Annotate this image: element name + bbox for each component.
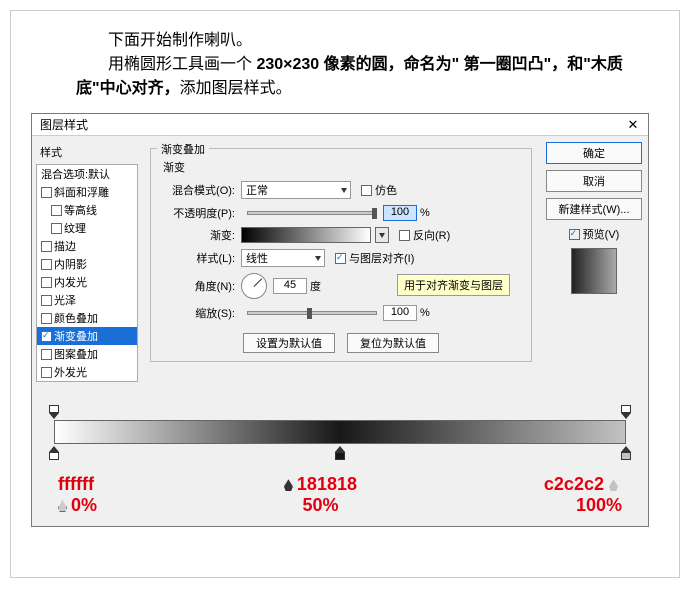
reset-default-button[interactable]: 复位为默认值 — [347, 333, 439, 353]
new-style-button[interactable]: 新建样式(W)... — [546, 198, 642, 220]
droplet-icon — [609, 479, 618, 491]
blend-mode-row: 混合模式(O): 正常 仿色 — [159, 181, 523, 199]
ok-button[interactable]: 确定 — [546, 142, 642, 164]
style-item-coloroverlay[interactable]: 颜色叠加 — [37, 309, 137, 327]
checkbox[interactable] — [41, 295, 52, 306]
opacity-field[interactable]: 100 — [383, 205, 417, 221]
gradient-row: 渐变: 反向(R) — [159, 227, 523, 243]
checkbox[interactable] — [361, 185, 372, 196]
style-row: 样式(L): 线性 与图层对齐(I) — [159, 249, 523, 267]
percent-label: % — [420, 207, 430, 219]
style-item-stroke[interactable]: 描边 — [37, 237, 137, 255]
styles-label: 样式 — [40, 144, 138, 160]
opacity-row: 不透明度(P): 100 % — [159, 205, 523, 221]
gradient-dropdown-icon[interactable] — [375, 227, 389, 243]
checkbox[interactable] — [41, 331, 52, 342]
checkbox[interactable] — [51, 223, 62, 234]
preview-checkbox[interactable]: ✓ 预览(V) — [546, 226, 642, 242]
gradient-group: 渐变叠加 渐变 混合模式(O): 正常 仿色 不透明度(P): 100 % — [150, 148, 532, 362]
reverse-checkbox[interactable]: 反向(R) — [399, 227, 450, 243]
style-item-contour[interactable]: 等高线 — [37, 201, 137, 219]
gradient-label: 渐变: — [159, 227, 235, 243]
blend-mode-combo[interactable]: 正常 — [241, 181, 351, 199]
opacity-label: 不透明度(P): — [159, 205, 235, 221]
checkbox[interactable] — [41, 187, 52, 198]
doc-line1: 下面开始制作喇叭。 — [108, 32, 252, 49]
angle-field[interactable]: 45 — [273, 278, 307, 294]
set-default-button[interactable]: 设置为默认值 — [243, 333, 335, 353]
style-item-gradientoverlay[interactable]: 渐变叠加 — [37, 327, 137, 345]
style-label: 样式(L): — [159, 250, 235, 266]
dither-checkbox[interactable]: 仿色 — [361, 182, 397, 198]
style-item-bevel[interactable]: 斜面和浮雕 — [37, 183, 137, 201]
percent-label: % — [420, 307, 430, 319]
scale-slider[interactable] — [247, 311, 377, 315]
document-text: 下面开始制作喇叭。 用椭圆形工具画一个 230×230 像素的圆，命名为" 第一… — [76, 29, 639, 101]
style-item-outerglow[interactable]: 外发光 — [37, 363, 137, 381]
styles-panel: 样式 混合选项:默认 斜面和浮雕 等高线 纹理 描边 内阴影 内发光 光泽 颜色… — [32, 136, 142, 388]
gradient-swatch[interactable] — [241, 227, 371, 243]
checkbox[interactable] — [399, 230, 410, 241]
doc-line2-pre: 用椭圆形工具画一个 — [108, 56, 256, 73]
checkbox[interactable] — [41, 241, 52, 252]
stop-label-1: 181818 50% — [284, 474, 357, 516]
group-title: 渐变叠加 — [157, 141, 209, 157]
stop-label-0: ffffff 0% — [58, 474, 97, 516]
checkbox[interactable] — [51, 205, 62, 216]
style-list: 混合选项:默认 斜面和浮雕 等高线 纹理 描边 内阴影 内发光 光泽 颜色叠加 … — [36, 164, 138, 382]
color-stop-50[interactable] — [335, 446, 345, 458]
close-icon[interactable]: ✕ — [626, 118, 640, 132]
gradient-bar[interactable] — [54, 410, 626, 452]
scale-field[interactable]: 100 — [383, 305, 417, 321]
style-item-texture[interactable]: 纹理 — [37, 219, 137, 237]
dialog-titlebar[interactable]: 图层样式 ✕ — [32, 114, 648, 136]
dialog-title: 图层样式 — [40, 116, 88, 133]
preview-thumbnail — [571, 248, 617, 294]
angle-label: 角度(N): — [159, 278, 235, 294]
angle-dial[interactable] — [241, 273, 267, 299]
checkbox[interactable] — [41, 277, 52, 288]
opacity-slider[interactable] — [247, 211, 377, 215]
scale-label: 缩放(S): — [159, 305, 235, 321]
style-item-patternoverlay[interactable]: 图案叠加 — [37, 345, 137, 363]
opacity-stop-left[interactable] — [49, 406, 59, 418]
opacity-stop-right[interactable] — [621, 406, 631, 418]
color-stop-100[interactable] — [621, 446, 631, 458]
checkbox[interactable] — [41, 313, 52, 324]
page: 下面开始制作喇叭。 用椭圆形工具画一个 230×230 像素的圆，命名为" 第一… — [10, 10, 680, 578]
style-item-innershadow[interactable]: 内阴影 — [37, 255, 137, 273]
scale-row: 缩放(S): 100 % — [159, 305, 523, 321]
tooltip: 用于对齐渐变与图层 — [397, 274, 510, 296]
checkbox[interactable] — [41, 259, 52, 270]
checkbox[interactable] — [335, 253, 346, 264]
style-item-innerglow[interactable]: 内发光 — [37, 273, 137, 291]
doc-line2-post: 添加图层样式。 — [180, 80, 292, 97]
droplet-icon — [284, 479, 293, 491]
sub-title: 渐变 — [163, 159, 523, 175]
gradient-editor: ffffff 0% 181818 50% c2c2c2 100% — [32, 388, 648, 526]
checkbox[interactable] — [41, 349, 52, 360]
stop-label-2: c2c2c2 100% — [544, 474, 622, 516]
settings-panel: 渐变叠加 渐变 混合模式(O): 正常 仿色 不透明度(P): 100 % — [142, 136, 540, 388]
style-item-satin[interactable]: 光泽 — [37, 291, 137, 309]
style-combo[interactable]: 线性 — [241, 249, 325, 267]
default-buttons: 设置为默认值 复位为默认值 — [159, 333, 523, 353]
gradient-preview-bar[interactable] — [54, 420, 626, 444]
align-checkbox[interactable]: 与图层对齐(I) — [335, 250, 414, 266]
blend-options-item[interactable]: 混合选项:默认 — [37, 165, 137, 183]
cancel-button[interactable]: 取消 — [546, 170, 642, 192]
checkbox[interactable]: ✓ — [569, 229, 580, 240]
checkbox[interactable] — [41, 367, 52, 378]
droplet-icon — [58, 500, 67, 512]
color-stop-0[interactable] — [49, 446, 59, 458]
gradient-labels: ffffff 0% 181818 50% c2c2c2 100% — [54, 474, 626, 516]
layer-style-dialog: 图层样式 ✕ 样式 混合选项:默认 斜面和浮雕 等高线 纹理 描边 内阴影 内发… — [31, 113, 649, 527]
blend-mode-label: 混合模式(O): — [159, 182, 235, 198]
action-panel: 确定 取消 新建样式(W)... ✓ 预览(V) — [540, 136, 648, 388]
angle-unit: 度 — [310, 278, 321, 294]
